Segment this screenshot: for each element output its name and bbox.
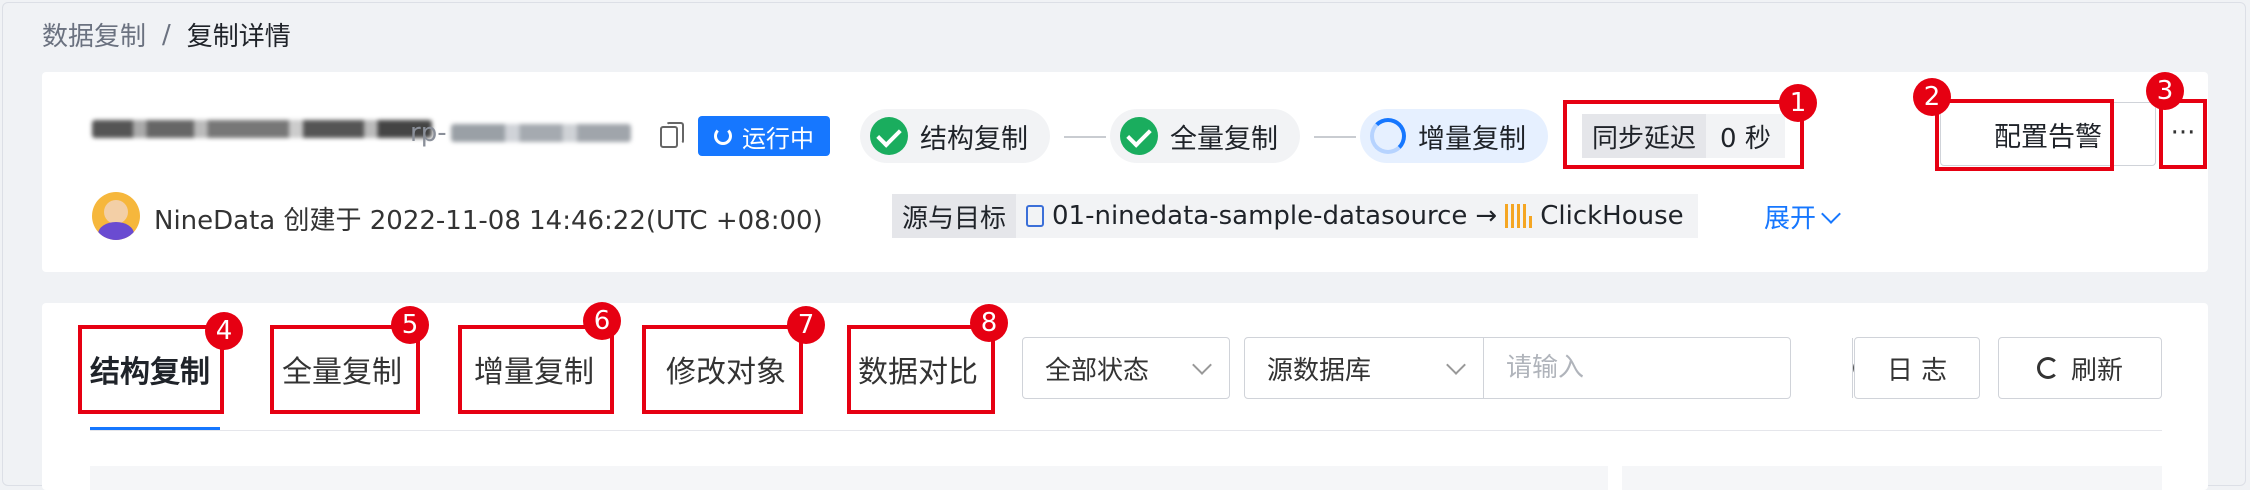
task-name-redacted <box>92 120 432 138</box>
search-input[interactable] <box>1484 339 1852 397</box>
task-id-prefix: rp- <box>410 118 447 148</box>
sync-latency: 同步延迟 0 秒 <box>1582 114 1785 158</box>
mysql-icon <box>1026 205 1045 227</box>
tab-data-compare[interactable]: 数据对比 <box>858 347 978 391</box>
loading-icon <box>1370 118 1406 154</box>
table-header-left <box>90 466 1608 490</box>
tab-full[interactable]: 全量复制 <box>282 347 402 391</box>
target-name: ClickHouse <box>1540 201 1684 231</box>
status-filter-value: 全部状态 <box>1045 355 1150 386</box>
stage-full[interactable]: 全量复制 <box>1110 109 1300 163</box>
clickhouse-icon <box>1505 204 1533 228</box>
breadcrumb-current: 复制详情 <box>186 22 291 52</box>
tab-structure[interactable]: 结构复制 <box>90 347 210 391</box>
task-header-card: rp- 运行中 结构复制 全量复制 增量复制 同步延迟 0 秒 配置告警 ···… <box>42 72 2208 272</box>
stage-connector <box>1064 136 1106 138</box>
stage-label: 增量复制 <box>1418 123 1526 155</box>
copy-icon[interactable] <box>660 122 684 148</box>
breadcrumb: 数据复制 / 复制详情 <box>42 16 291 53</box>
annotation-badge-7: 7 <box>787 306 825 344</box>
expand-label: 展开 <box>1764 204 1817 234</box>
status-badge: 运行中 <box>698 116 830 156</box>
refresh-button[interactable]: 刷新 <box>1998 337 2162 399</box>
log-button[interactable]: 日 志 <box>1854 337 1980 399</box>
stage-label: 结构复制 <box>920 123 1028 155</box>
avatar <box>92 192 140 240</box>
content-card: 结构复制 全量复制 增量复制 修改对象 数据对比 全部状态 源数据库 日 志 刷… <box>42 303 2208 490</box>
status-filter-select[interactable]: 全部状态 <box>1022 337 1230 399</box>
task-id-redacted <box>450 124 631 142</box>
source-name: 01-ninedata-sample-datasource <box>1052 201 1468 231</box>
chevron-down-icon <box>1821 203 1841 224</box>
annotation-badge-8: 8 <box>970 304 1008 342</box>
expand-button[interactable]: 展开 <box>1764 198 1841 235</box>
chevron-down-icon <box>1192 355 1212 375</box>
breadcrumb-separator: / <box>162 19 171 50</box>
annotation-badge-3: 3 <box>2146 72 2184 110</box>
latency-value: 0 秒 <box>1720 123 1771 154</box>
tab-modify-objects[interactable]: 修改对象 <box>666 347 786 391</box>
check-icon <box>1120 117 1158 155</box>
table-header-right <box>1622 466 2162 490</box>
status-text: 运行中 <box>742 124 814 153</box>
breadcrumb-parent[interactable]: 数据复制 <box>42 16 146 53</box>
database-select[interactable]: 源数据库 <box>1244 337 1484 399</box>
check-icon <box>870 117 908 155</box>
tab-incremental[interactable]: 增量复制 <box>474 347 594 391</box>
search-box <box>1483 337 1873 399</box>
annotation-badge-6: 6 <box>583 302 621 340</box>
stage-label: 全量复制 <box>1170 123 1278 155</box>
arrow-right-icon: → <box>1475 201 1498 231</box>
more-icon[interactable]: ··· <box>2162 102 2204 164</box>
task-id: rp- <box>410 118 631 148</box>
stage-incremental[interactable]: 增量复制 <box>1360 109 1548 163</box>
creator-info: NineData 创建于 2022-11-08 14:46:22(UTC +08… <box>154 206 823 236</box>
stage-structure[interactable]: 结构复制 <box>860 109 1050 163</box>
database-select-value: 源数据库 <box>1267 355 1372 386</box>
annotation-badge-5: 5 <box>391 306 429 344</box>
spinner-icon <box>714 127 732 145</box>
source-target: 源与目标 01-ninedata-sample-datasource → Cli… <box>892 194 1698 238</box>
stage-connector <box>1314 136 1356 138</box>
refresh-label: 刷新 <box>2070 355 2123 386</box>
source-target-label: 源与目标 <box>892 194 1017 238</box>
annotation-badge-2: 2 <box>1913 78 1951 116</box>
annotation-badge-1: 1 <box>1779 84 1817 122</box>
refresh-icon <box>2036 357 2059 379</box>
annotation-badge-4: 4 <box>205 312 243 350</box>
tabs-divider <box>90 430 2162 431</box>
latency-label: 同步延迟 <box>1582 114 1707 158</box>
chevron-down-icon <box>1446 355 1466 375</box>
configure-alert-button[interactable]: 配置告警 <box>1940 102 2156 166</box>
